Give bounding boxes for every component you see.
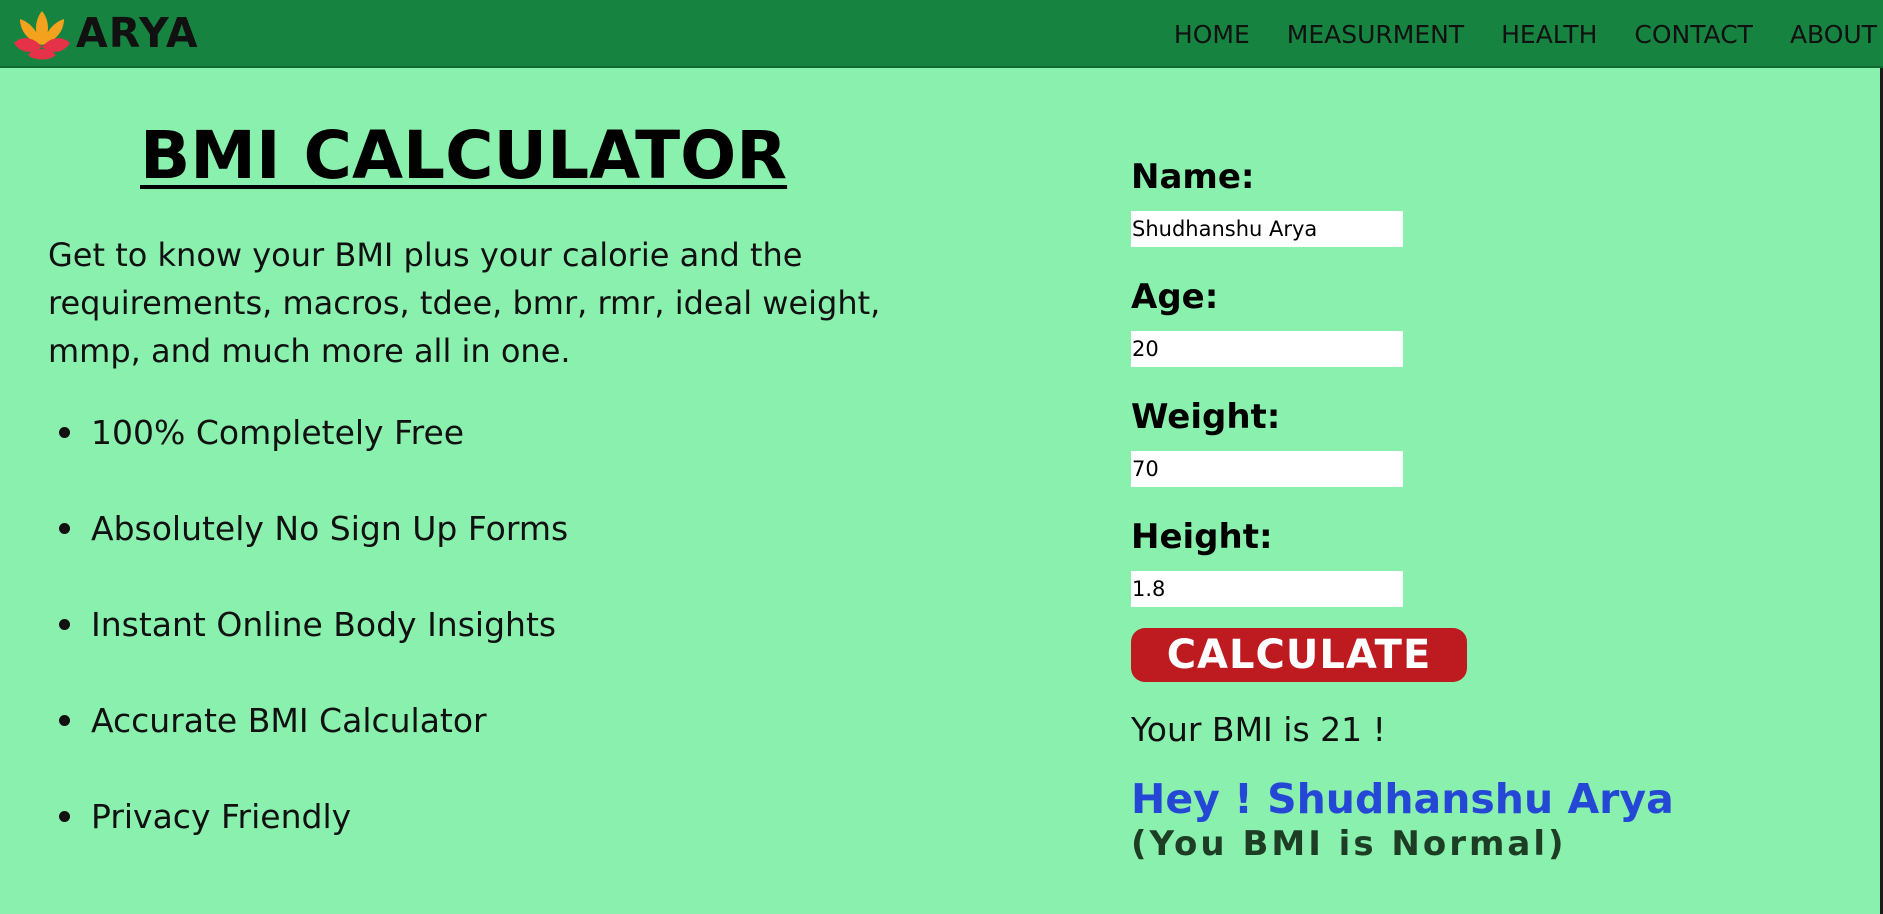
feature-label: Accurate BMI Calculator bbox=[91, 700, 487, 740]
bullet-icon bbox=[59, 714, 70, 726]
bmi-form: Name: Age: Weight: Height: CALCULATE You… bbox=[1131, 152, 1831, 864]
feature-item: Instant Online Body Insights bbox=[48, 601, 928, 697]
nav-health-link[interactable]: HEALTH bbox=[1501, 20, 1597, 49]
greeting-text: Hey ! Shudhanshu Arya bbox=[1131, 775, 1674, 823]
bmi-status-text: (You BMI is Normal) bbox=[1131, 824, 1567, 864]
brand[interactable]: ARYA bbox=[12, 4, 199, 62]
bmi-result-text: Your BMI is 21 ! bbox=[1131, 710, 1386, 749]
bullet-icon bbox=[59, 618, 70, 630]
nav-contact-link[interactable]: CONTACT bbox=[1634, 20, 1753, 49]
feature-item: Privacy Friendly bbox=[48, 793, 928, 889]
page-title: BMI CALCULATOR bbox=[140, 117, 788, 194]
navbar: ARYA HOME MEASURMENT HEALTH CONTACT ABOU… bbox=[0, 0, 1883, 68]
feature-label: Privacy Friendly bbox=[91, 796, 352, 836]
bullet-icon bbox=[59, 426, 70, 438]
name-label: Name: bbox=[1131, 157, 1255, 197]
weight-field[interactable] bbox=[1131, 451, 1403, 487]
bullet-icon bbox=[59, 810, 70, 822]
feature-item: Accurate BMI Calculator bbox=[48, 697, 928, 793]
nav-about-link[interactable]: ABOUT bbox=[1790, 20, 1877, 49]
feature-label: Instant Online Body Insights bbox=[91, 604, 557, 644]
feature-label: 100% Completely Free bbox=[91, 412, 465, 452]
nav-measurment-link[interactable]: MEASURMENT bbox=[1287, 20, 1464, 49]
age-label: Age: bbox=[1131, 277, 1219, 317]
height-label: Height: bbox=[1131, 517, 1273, 557]
intro-section: BMI CALCULATOR Get to know your BMI plus… bbox=[48, 117, 928, 889]
nav-home-link[interactable]: HOME bbox=[1174, 20, 1250, 49]
lotus-icon bbox=[12, 5, 72, 61]
nav-menu: HOME MEASURMENT HEALTH CONTACT ABOUT bbox=[1174, 0, 1877, 68]
bullet-icon bbox=[59, 522, 70, 534]
brand-name: ARYA bbox=[76, 8, 199, 57]
calculate-button[interactable]: CALCULATE bbox=[1131, 628, 1467, 682]
height-field[interactable] bbox=[1131, 571, 1403, 607]
feature-label: Absolutely No Sign Up Forms bbox=[91, 508, 569, 548]
feature-item: 100% Completely Free bbox=[48, 409, 928, 505]
feature-list: 100% Completely Free Absolutely No Sign … bbox=[48, 409, 928, 889]
weight-label: Weight: bbox=[1131, 397, 1281, 437]
feature-item: Absolutely No Sign Up Forms bbox=[48, 505, 928, 601]
age-field[interactable] bbox=[1131, 331, 1403, 367]
name-field[interactable] bbox=[1131, 211, 1403, 247]
intro-text: Get to know your BMI plus your calorie a… bbox=[48, 235, 881, 370]
